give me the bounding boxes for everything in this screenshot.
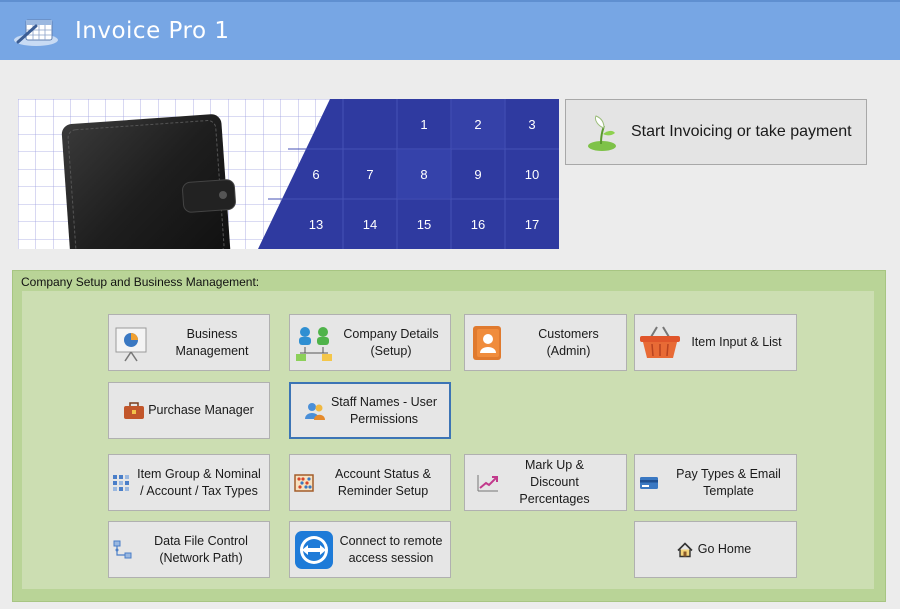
calendar-day: 17 <box>525 217 539 232</box>
markup-discount-button[interactable]: Mark Up & Discount Percentages <box>464 454 627 511</box>
account-status-button[interactable]: Account Status & Reminder Setup <box>289 454 451 511</box>
grid-icon <box>112 474 130 492</box>
briefcase-icon <box>123 401 145 420</box>
calendar-day: 3 <box>528 117 535 132</box>
abacus-icon <box>294 473 314 492</box>
calendar-day: 14 <box>363 217 377 232</box>
calendar-day: 6 <box>312 167 319 182</box>
basket-icon <box>639 325 681 361</box>
network-icon <box>113 540 133 560</box>
data-file-control-label: Data File Control (Network Path) <box>154 533 248 565</box>
remote-arrows-icon <box>294 530 334 570</box>
trend-up-icon <box>477 474 499 492</box>
calendar-day: 10 <box>525 167 539 182</box>
item-input-button[interactable]: Item Input & List <box>634 314 797 371</box>
data-file-control-button[interactable]: Data File Control (Network Path) <box>108 521 270 578</box>
calendar-day: 9 <box>474 167 481 182</box>
start-invoicing-button[interactable]: Start Invoicing or take payment <box>565 99 867 165</box>
sprout-icon <box>588 115 616 151</box>
start-invoicing-label: Start Invoicing or take payment <box>631 123 852 140</box>
item-input-label: Item Input & List <box>691 335 782 349</box>
home-icon <box>677 542 693 557</box>
org-people-icon <box>294 323 334 363</box>
remote-session-button[interactable]: Connect to remote access session <box>289 521 451 578</box>
company-details-label: Company Details (Setup) <box>343 326 439 358</box>
go-home-label: Go Home <box>697 542 752 556</box>
calendar-day: 13 <box>309 217 323 232</box>
pay-types-button[interactable]: Pay Types & Email Template <box>634 454 797 511</box>
business-management-button[interactable]: Business Management <box>108 314 270 371</box>
credit-card-icon <box>639 476 659 490</box>
purchase-manager-label: Purchase Manager <box>148 403 254 417</box>
account-status-label: Account Status & Reminder Setup <box>335 466 431 498</box>
calendar-day: 16 <box>471 217 485 232</box>
presentation-chart-icon <box>113 324 149 362</box>
title-bar: Invoice Pro 1 <box>0 0 900 60</box>
panel-title: Company Setup and Business Management: <box>21 275 260 289</box>
address-book-icon <box>471 325 503 361</box>
customers-label: Customers (Admin) <box>538 326 599 358</box>
remote-session-label: Connect to remote access session <box>339 533 443 565</box>
calendar-day: 7 <box>366 167 373 182</box>
calendar-day: 2 <box>474 117 481 132</box>
go-home-button[interactable]: Go Home <box>634 521 797 578</box>
app-title: Invoice Pro 1 <box>75 18 230 44</box>
business-management-label: Business Management <box>175 326 249 358</box>
staff-names-button[interactable]: Staff Names - User Permissions <box>289 382 451 439</box>
item-group-label: Item Group & Nominal / Account / Tax Typ… <box>137 466 261 498</box>
calendar-pen-icon <box>14 19 58 46</box>
users-icon <box>304 400 326 422</box>
company-details-button[interactable]: Company Details (Setup) <box>289 314 451 371</box>
staff-names-label: Staff Names - User Permissions <box>330 394 438 426</box>
customers-button[interactable]: Customers (Admin) <box>464 314 627 371</box>
calendar-day: 1 <box>420 117 427 132</box>
calendar-day: 8 <box>420 167 427 182</box>
purchase-manager-button[interactable]: Purchase Manager <box>108 382 270 439</box>
organizer-image <box>61 114 236 249</box>
header-banner-image: 1 2 3 6 7 8 9 10 13 14 15 16 17 <box>18 99 559 249</box>
item-group-button[interactable]: Item Group & Nominal / Account / Tax Typ… <box>108 454 270 511</box>
calendar-day: 15 <box>417 217 431 232</box>
markup-discount-label: Mark Up & Discount Percentages <box>519 458 590 506</box>
pay-types-label: Pay Types & Email Template <box>676 466 781 498</box>
